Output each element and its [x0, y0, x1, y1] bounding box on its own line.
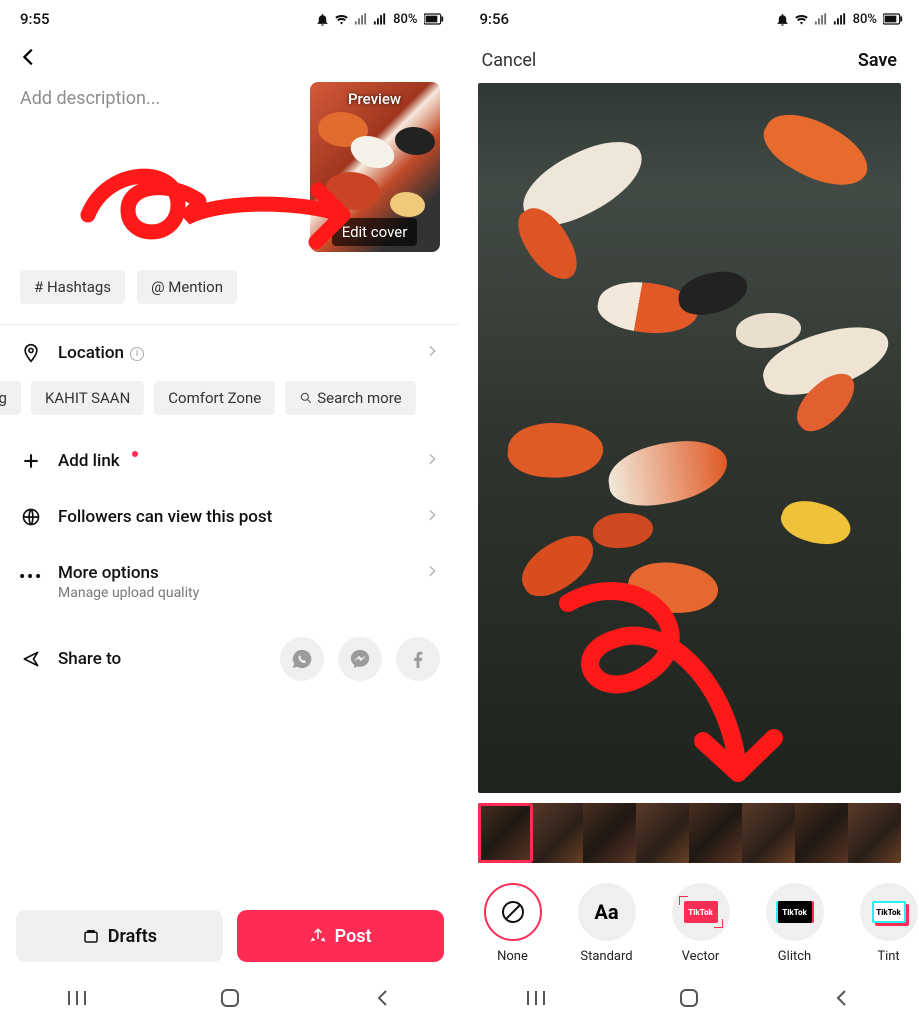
chevron-icon — [424, 563, 440, 583]
status-time: 9:55 — [20, 10, 50, 28]
drafts-button[interactable]: Drafts — [16, 910, 223, 962]
more-icon: ••• — [20, 563, 42, 586]
share-icon — [20, 649, 42, 669]
cancel-button[interactable]: Cancel — [482, 50, 537, 71]
battery-icon — [424, 13, 444, 25]
timeline-selector[interactable] — [478, 803, 533, 863]
search-icon — [299, 391, 313, 405]
back-icon[interactable] — [18, 46, 40, 68]
tiktok-icon: TikTok — [684, 901, 718, 923]
cover-filters: None Aa Standard TikTok Vector TikTok Gl… — [460, 869, 919, 964]
frame-timeline[interactable] — [478, 803, 902, 863]
filter-standard[interactable]: Aa Standard — [570, 883, 644, 964]
filter-label: Vector — [682, 949, 720, 964]
recent-apps-button[interactable] — [62, 983, 92, 1013]
tiktok-icon: TikTok — [778, 901, 812, 923]
loc-chip-2[interactable]: Comfort Zone — [154, 381, 275, 415]
more-options-row[interactable]: ••• More options Manage upload quality — [0, 545, 460, 619]
chevron-icon — [424, 507, 440, 527]
filter-glitch[interactable]: TikTok Glitch — [758, 883, 832, 964]
messenger-button[interactable] — [338, 637, 382, 681]
mention-chip[interactable]: @ Mention — [137, 270, 237, 304]
post-label: Post — [335, 926, 372, 947]
more-sub: Manage upload quality — [58, 585, 408, 601]
filter-tint[interactable]: TikTok Tint — [852, 883, 919, 964]
post-icon — [309, 927, 327, 945]
post-screen: 9:55 80% Add description... Preview Edit… — [0, 0, 460, 1024]
loc-chip-0[interactable]: Lang — [0, 381, 21, 415]
chevron-icon — [424, 343, 440, 363]
search-more-label: Search more — [317, 389, 401, 407]
location-icon — [20, 343, 42, 363]
save-button[interactable]: Save — [858, 50, 897, 71]
more-label: More options — [58, 563, 408, 583]
filter-label: Standard — [580, 949, 632, 964]
text-icon: Aa — [578, 883, 636, 941]
filter-vector[interactable]: TikTok Vector — [664, 883, 738, 964]
facebook-icon — [407, 648, 429, 670]
loc-chip-search[interactable]: Search more — [285, 381, 415, 415]
home-button[interactable] — [674, 983, 704, 1013]
filter-label: Glitch — [778, 949, 811, 964]
info-icon: i — [130, 347, 144, 361]
chevron-icon — [424, 451, 440, 471]
location-label: Location — [58, 343, 124, 363]
new-dot — [132, 451, 138, 457]
plus-icon — [20, 451, 42, 471]
hashtags-chip[interactable]: # Hashtags — [20, 270, 125, 304]
drafts-icon — [82, 927, 100, 945]
tiktok-icon: TikTok — [872, 901, 906, 923]
battery-pct: 80% — [393, 12, 417, 27]
android-back-button[interactable] — [368, 983, 398, 1013]
status-bar: 9:56 80% — [460, 0, 919, 32]
loc-chip-1[interactable]: KAHIT SAAN — [31, 381, 144, 415]
thumb-art — [310, 82, 440, 252]
whatsapp-icon — [291, 648, 313, 670]
filter-label: Tint — [877, 949, 899, 964]
back-row — [0, 32, 460, 82]
video-thumbnail[interactable]: Preview Edit cover — [310, 82, 440, 252]
alarm-icon — [315, 12, 330, 27]
description-input[interactable]: Add description... — [20, 82, 298, 252]
cover-edit-screen: 9:56 80% Cancel Save — [460, 0, 919, 1024]
privacy-row[interactable]: Followers can view this post — [0, 489, 460, 545]
battery-pct: 80% — [853, 12, 877, 27]
signal2-icon — [372, 12, 387, 27]
wifi-icon — [334, 12, 349, 27]
facebook-button[interactable] — [396, 637, 440, 681]
recent-apps-button[interactable] — [521, 983, 551, 1013]
wifi-icon — [794, 12, 809, 27]
android-back-button[interactable] — [827, 983, 857, 1013]
android-nav — [0, 972, 460, 1024]
signal-icon — [813, 12, 828, 27]
whatsapp-button[interactable] — [280, 637, 324, 681]
android-nav — [460, 972, 919, 1024]
home-button[interactable] — [215, 983, 245, 1013]
messenger-icon — [349, 648, 371, 670]
share-row: Share to — [0, 619, 460, 699]
filter-label: None — [497, 949, 528, 964]
drafts-label: Drafts — [108, 926, 157, 947]
cover-preview[interactable] — [478, 83, 902, 793]
globe-icon — [20, 507, 42, 527]
post-button[interactable]: Post — [237, 910, 444, 962]
add-link-row[interactable]: Add link — [0, 433, 460, 489]
status-bar: 9:55 80% — [0, 0, 460, 32]
battery-icon — [883, 13, 903, 25]
filter-none[interactable]: None — [476, 883, 550, 964]
signal-icon — [353, 12, 368, 27]
status-time: 9:56 — [480, 10, 510, 28]
add-link-label: Add link — [58, 451, 408, 471]
privacy-label: Followers can view this post — [58, 507, 408, 527]
status-icons: 80% — [775, 12, 903, 27]
location-row[interactable]: Location i — [0, 325, 460, 381]
none-icon — [500, 899, 526, 925]
location-chips: Lang KAHIT SAAN Comfort Zone Search more — [0, 381, 460, 433]
share-label: Share to — [58, 649, 264, 669]
signal2-icon — [832, 12, 847, 27]
status-icons: 80% — [315, 12, 443, 27]
alarm-icon — [775, 12, 790, 27]
